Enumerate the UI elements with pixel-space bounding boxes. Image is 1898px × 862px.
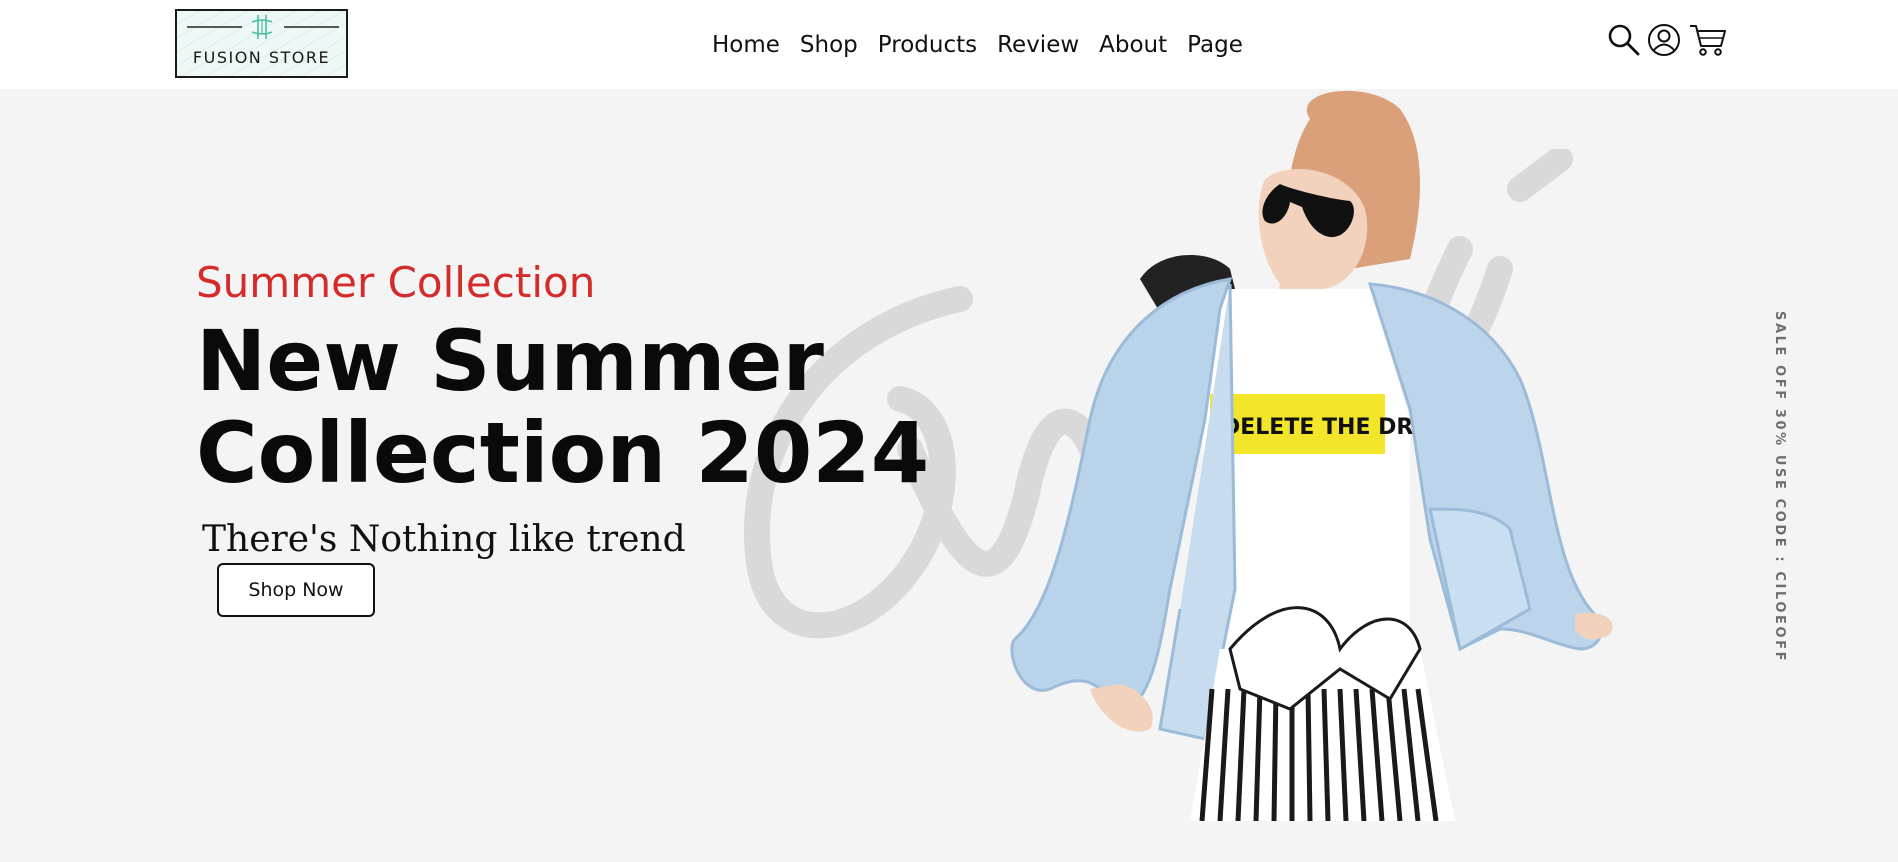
nav-review[interactable]: Review [997, 32, 1079, 58]
hero-eyebrow: Summer Collection [196, 258, 596, 307]
hero-model-image: DELETE THE DRAMA [1010, 90, 1613, 821]
hero-headline-line2: Collection 2024 [196, 404, 930, 502]
logo-rule-icon [187, 26, 339, 28]
main-nav: Home Shop Products Review About Page [712, 0, 1243, 89]
hero-headline: New Summer Collection 2024 [196, 315, 929, 499]
hero-banner: Summer Collection New Summer Collection … [0, 89, 1898, 862]
site-header: FUSION STORE Home Shop Products Review A… [0, 0, 1898, 89]
user-icon[interactable] [1646, 22, 1682, 63]
side-promo-label: SALE OFF 30% USE CODE : CILOEOFF [1772, 311, 1787, 664]
nav-page[interactable]: Page [1187, 32, 1243, 58]
hero-subheadline: There's Nothing like trend [202, 519, 686, 560]
logo[interactable]: FUSION STORE [175, 9, 348, 78]
search-icon[interactable] [1606, 22, 1642, 63]
cart-icon[interactable] [1688, 22, 1728, 63]
nav-about[interactable]: About [1099, 32, 1167, 58]
hero-headline-line1: New Summer [196, 312, 824, 410]
nav-shop[interactable]: Shop [800, 32, 858, 58]
nav-home[interactable]: Home [712, 32, 780, 58]
nav-products[interactable]: Products [878, 32, 977, 58]
header-actions [1606, 22, 1728, 62]
shop-now-button[interactable]: Shop Now [217, 563, 375, 617]
hero-copy: Summer Collection New Summer Collection … [196, 258, 929, 561]
brand-name: FUSION STORE [192, 48, 331, 67]
side-promo-text: SALE OFF 30% USE CODE : CILOEOFF [1772, 311, 1802, 663]
